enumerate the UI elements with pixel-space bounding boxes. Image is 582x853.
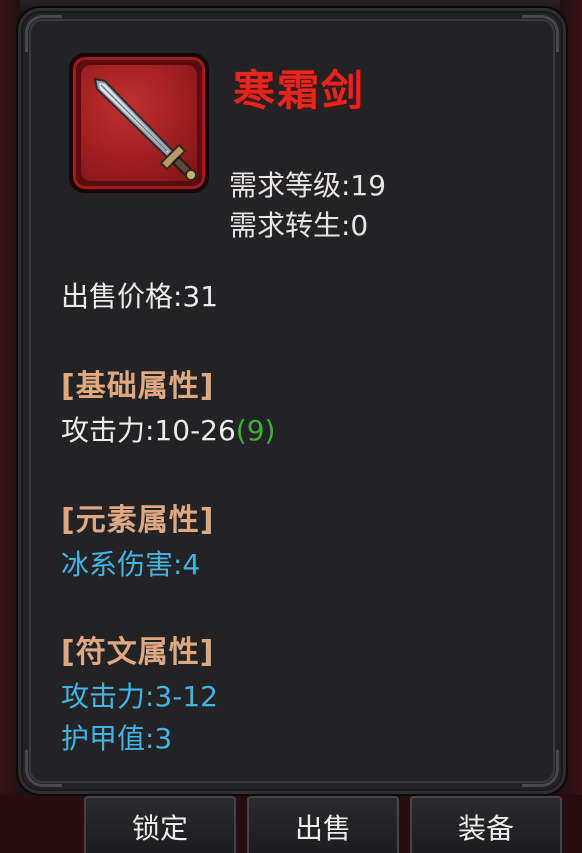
item-name: 寒霜剑 [233, 66, 366, 115]
panel-corner-ornament [522, 15, 559, 52]
rune-armor-stat: 护甲值:3 [61, 722, 173, 755]
item-detail-panel: 寒霜剑 需求等级:19 需求转生:0 出售价格:31 [基础属性] 攻击力:10… [18, 8, 566, 794]
panel-corner-ornament [25, 15, 62, 52]
item-icon-frame [69, 53, 209, 193]
rune-attributes-header: [符文属性] [61, 635, 215, 670]
equip-button[interactable]: 装备 [410, 796, 562, 853]
lock-button[interactable]: 锁定 [84, 796, 236, 853]
base-attributes-header: [基础属性] [61, 369, 215, 404]
sword-icon [93, 77, 197, 181]
background-left-rail [0, 0, 20, 853]
required-level: 需求等级:19 [229, 169, 387, 202]
base-attack-bonus: (9) [235, 414, 276, 447]
panel-corner-ornament [522, 750, 559, 787]
sell-button[interactable]: 出售 [247, 796, 399, 853]
element-attributes-header: [元素属性] [61, 503, 215, 538]
sell-price: 出售价格:31 [61, 280, 219, 313]
base-attack-value: 攻击力:10-26 [61, 414, 236, 447]
item-tooltip-screen: 寒霜剑 需求等级:19 需求转生:0 出售价格:31 [基础属性] 攻击力:10… [0, 0, 582, 853]
required-rebirth: 需求转生:0 [229, 209, 369, 242]
base-attack-stat: 攻击力:10-26(9) [61, 409, 275, 449]
panel-corner-ornament [25, 750, 62, 787]
rune-attack-stat: 攻击力:3-12 [61, 680, 218, 713]
item-icon-background [81, 65, 197, 181]
ice-damage-stat: 冰系伤害:4 [61, 548, 201, 581]
